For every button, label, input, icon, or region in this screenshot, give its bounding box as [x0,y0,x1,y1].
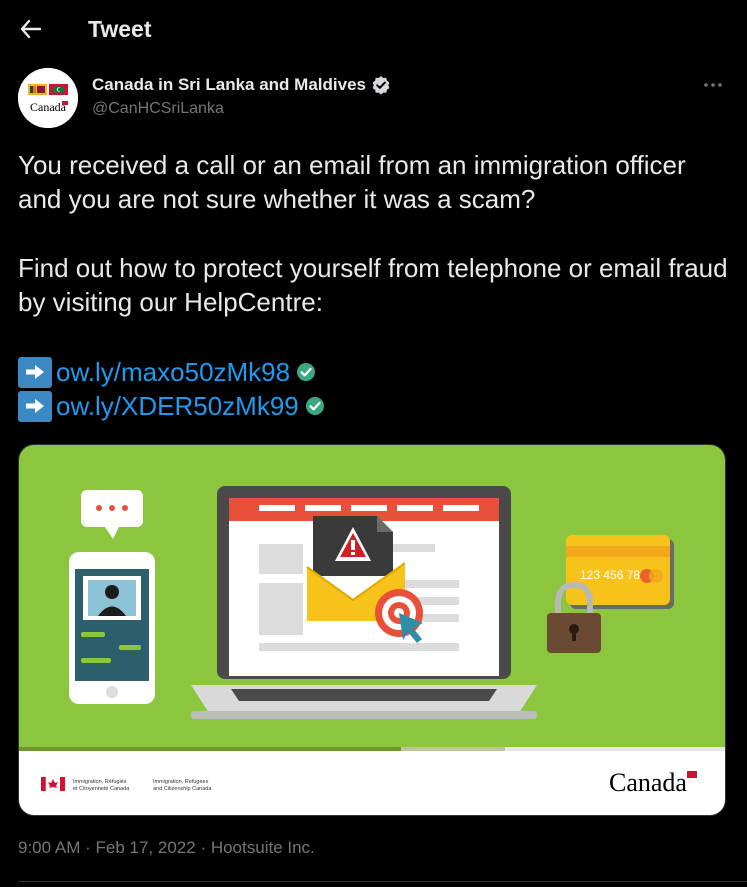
check-mark-emoji-icon [305,396,325,416]
top-bar: Tweet [0,0,747,60]
check-mark-emoji-icon [296,362,316,382]
avatar[interactable]: Canada [18,68,78,128]
tweet-source[interactable]: Hootsuite Inc. [211,838,315,857]
divider [18,881,747,882]
tweet-time[interactable]: 9:00 AM [18,838,80,857]
verified-badge-icon [372,76,390,95]
canada-wordmark: Canada [609,768,687,797]
footer-fr-line1: Immigration, Réfugiés [73,779,127,785]
tweet-date[interactable]: Feb 17, 2022 [96,838,196,857]
svg-text:Canada: Canada [30,100,67,114]
right-arrow-emoji-icon [18,356,52,388]
government-signature-logo [41,776,65,792]
footer-en-line2: and Citizenship Canada [153,786,212,792]
tweet-body: You received a call or an email from an … [18,148,728,423]
arrow-left-icon [20,19,42,39]
author-handle[interactable]: @CanHCSriLanka [92,100,224,118]
right-arrow-emoji-icon [18,390,52,422]
link-line-2: ow.ly/XDER50zMk99 [18,389,728,423]
footer-en-line1: Immigration, Refugees [153,779,209,785]
separator-dot: · [200,838,211,857]
scam-illustration: 123 456 78 Immigration, Réfugiés et Cito… [19,445,725,815]
smartphone-icon [69,552,155,704]
author-name[interactable]: Canada in Sri Lanka and Maldives [92,75,391,95]
link-2[interactable]: ow.ly/XDER50zMk99 [56,389,299,423]
svg-text:123 456 78: 123 456 78 [580,568,640,582]
link-line-1: ow.ly/maxo50zMk98 [18,355,728,389]
tweet-paragraph-1: You received a call or an email from an … [18,150,686,214]
page-title: Tweet [88,16,152,42]
footer-fr-line2: et Citoyenneté Canada [73,786,130,792]
author-name-text: Canada in Sri Lanka and Maldives [92,75,366,94]
separator-dot: · [85,838,96,857]
back-button[interactable] [14,12,48,46]
link-1[interactable]: ow.ly/maxo50zMk98 [56,355,290,389]
more-options-button[interactable] [698,70,728,100]
avatar-image: Canada [18,68,78,128]
tweet-timestamp: 9:00 AM · Feb 17, 2022 · Hootsuite Inc. [18,838,315,858]
tweet-media-image[interactable]: 123 456 78 Immigration, Réfugiés et Cito… [18,444,726,816]
more-dots-icon [704,83,722,87]
credit-card-icon: 123 456 78 [566,535,674,609]
tweet-paragraph-2: Find out how to protect yourself from te… [18,253,728,317]
